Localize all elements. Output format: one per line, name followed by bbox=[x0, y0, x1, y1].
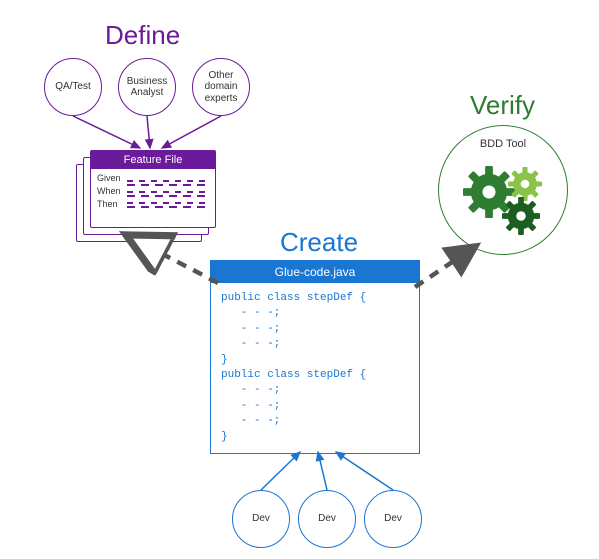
bdd-tool-label: BDD Tool bbox=[480, 138, 526, 150]
role-dev-1: Dev bbox=[232, 490, 290, 548]
glue-code-panel: Glue-code.java public class stepDef { - … bbox=[210, 260, 420, 454]
role-business-analyst: Business Analyst bbox=[118, 58, 176, 116]
role-domain-experts: Other domain experts bbox=[192, 58, 250, 116]
bdd-tool-circle: BDD Tool bbox=[438, 125, 568, 255]
feature-file-stack: Feature File Given When Then bbox=[76, 150, 216, 242]
section-title-create: Create bbox=[280, 227, 358, 258]
role-qa-test: QA/Test bbox=[44, 58, 102, 116]
glue-code-body: public class stepDef { - - -; - - -; - -… bbox=[211, 283, 419, 453]
feature-file-header: Feature File bbox=[91, 151, 215, 169]
section-title-define: Define bbox=[105, 20, 180, 51]
gears-icon bbox=[453, 154, 553, 244]
section-title-verify: Verify bbox=[470, 90, 535, 121]
role-dev-3: Dev bbox=[364, 490, 422, 548]
gwt-given: Given bbox=[97, 173, 121, 183]
gwt-when: When bbox=[97, 186, 121, 196]
glue-code-header: Glue-code.java bbox=[211, 261, 419, 283]
gwt-then: Then bbox=[97, 199, 121, 209]
role-dev-2: Dev bbox=[298, 490, 356, 548]
